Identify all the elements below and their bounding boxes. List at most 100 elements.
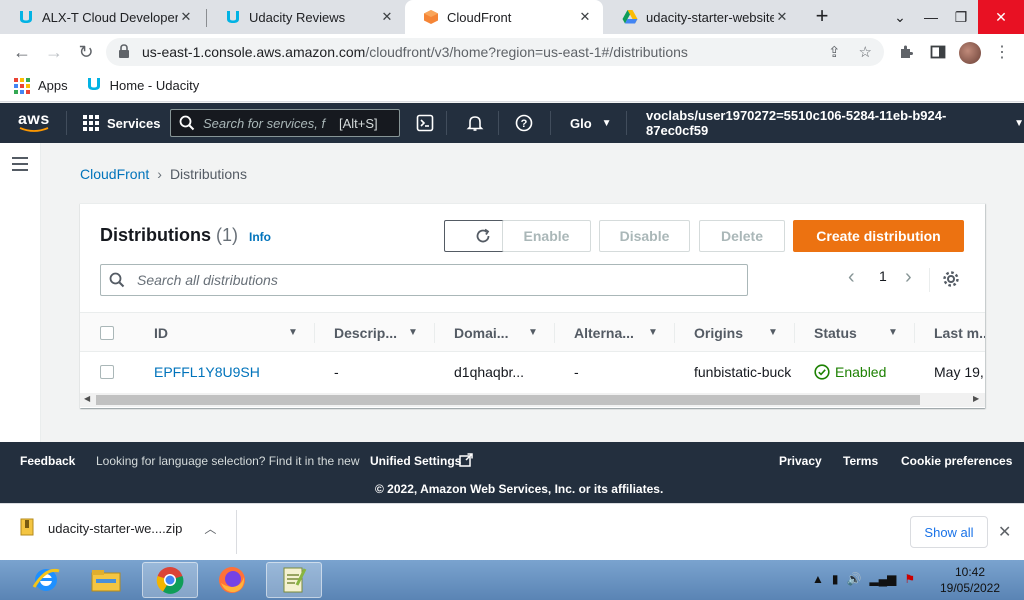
tab-close-icon[interactable]: ✕ bbox=[577, 9, 593, 25]
column-divider bbox=[554, 323, 555, 343]
side-panel-icon[interactable] bbox=[926, 40, 950, 64]
column-label: ID bbox=[154, 325, 168, 341]
unified-settings-link[interactable]: Unified Settings bbox=[370, 454, 461, 468]
delete-button[interactable]: Delete bbox=[699, 220, 785, 252]
column-header-alternate[interactable]: Alterna... ▼ bbox=[574, 313, 664, 353]
distribution-id-link[interactable]: EPFFL1Y8U9SH bbox=[154, 352, 304, 392]
horizontal-scrollbar[interactable]: ◀ ▶ bbox=[80, 393, 985, 407]
column-header-last-modified[interactable]: Last m... bbox=[934, 313, 985, 353]
column-header-domain[interactable]: Domai... ▼ bbox=[454, 313, 544, 353]
column-label: Last m... bbox=[934, 325, 985, 341]
lock-icon bbox=[118, 43, 132, 61]
scroll-right-icon[interactable]: ▶ bbox=[973, 394, 979, 403]
tab-close-icon[interactable]: ✕ bbox=[774, 9, 790, 25]
search-placeholder: Search all distributions bbox=[137, 272, 278, 288]
tab-google-drive[interactable]: udacity-starter-website.z ✕ bbox=[604, 0, 800, 34]
restore-button[interactable]: ❐ bbox=[946, 0, 976, 34]
taskbar-clock[interactable]: 10:42 19/05/2022 bbox=[930, 564, 1010, 596]
show-hidden-icons-icon[interactable]: ▲ bbox=[812, 572, 824, 586]
hamburger-menu-icon[interactable] bbox=[12, 157, 28, 175]
search-icon bbox=[109, 272, 125, 288]
reload-icon[interactable]: ↻ bbox=[74, 40, 98, 64]
new-tab-button[interactable]: + bbox=[810, 4, 834, 30]
close-icon[interactable]: ✕ bbox=[998, 522, 1011, 542]
previous-page-icon[interactable]: ‹ bbox=[848, 266, 855, 289]
zip-file-icon bbox=[20, 518, 34, 539]
bookmark-apps[interactable]: Apps bbox=[14, 77, 68, 94]
help-icon[interactable]: ? bbox=[515, 103, 533, 143]
chevron-up-icon[interactable]: ︿ bbox=[204, 520, 216, 537]
aws-search-input[interactable]: Search for services, f [Alt+S] bbox=[170, 109, 400, 137]
disable-button[interactable]: Disable bbox=[599, 220, 690, 252]
scrollbar-thumb[interactable] bbox=[96, 395, 920, 405]
tab-label: ALX-T Cloud Developer - bbox=[42, 9, 178, 25]
download-item[interactable]: udacity-starter-we....zip ︿ bbox=[20, 518, 216, 539]
select-all-checkbox[interactable] bbox=[100, 326, 114, 340]
row-checkbox[interactable] bbox=[100, 365, 114, 379]
chrome-icon[interactable] bbox=[142, 562, 198, 598]
udacity-logo-icon bbox=[86, 76, 102, 95]
search-placeholder: Search for services, f bbox=[203, 115, 326, 131]
distribution-search-input[interactable]: Search all distributions bbox=[100, 264, 748, 296]
column-header-id[interactable]: ID ▼ bbox=[154, 313, 304, 353]
feedback-link[interactable]: Feedback bbox=[20, 454, 75, 468]
info-link[interactable]: Info bbox=[249, 230, 271, 244]
aws-logo[interactable]: aws bbox=[18, 103, 50, 143]
account-menu[interactable]: voclabs/user1970272=5510c106-5284-11eb-b… bbox=[646, 103, 1024, 143]
window-close-button[interactable]: ✕ bbox=[978, 0, 1024, 34]
action-center-flag-icon[interactable]: ⚑ bbox=[904, 572, 915, 586]
panel-title-text: Distributions bbox=[100, 225, 211, 245]
tab-udacity-reviews[interactable]: Udacity Reviews ✕ bbox=[207, 0, 405, 34]
cloudshell-icon[interactable] bbox=[416, 103, 434, 143]
refresh-icon bbox=[476, 228, 490, 243]
firefox-icon[interactable] bbox=[204, 562, 260, 598]
volume-icon[interactable]: 🔊 bbox=[847, 572, 862, 586]
file-explorer-icon[interactable] bbox=[78, 562, 134, 598]
privacy-link[interactable]: Privacy bbox=[779, 454, 822, 468]
apps-grid-icon bbox=[14, 77, 30, 94]
address-bar[interactable]: us-east-1.console.aws.amazon.com/cloudfr… bbox=[106, 38, 884, 66]
notifications-bell-icon[interactable] bbox=[466, 103, 484, 143]
network-signal-icon[interactable]: ▂▄▆ bbox=[869, 572, 896, 586]
next-page-icon[interactable]: › bbox=[905, 266, 912, 289]
minimize-button[interactable]: — bbox=[916, 0, 946, 34]
browser-toolbar: ← → ↻ us-east-1.console.aws.amazon.com/c… bbox=[0, 34, 1024, 70]
bookmark-star-icon[interactable]: ☆ bbox=[859, 43, 872, 61]
profile-avatar[interactable] bbox=[959, 42, 981, 64]
column-divider bbox=[794, 323, 795, 343]
bookmark-home-udacity[interactable]: Home - Udacity bbox=[86, 76, 199, 95]
create-distribution-button[interactable]: Create distribution bbox=[793, 220, 964, 252]
extensions-puzzle-icon[interactable] bbox=[894, 40, 918, 64]
back-arrow-icon[interactable]: ← bbox=[10, 40, 34, 64]
enable-button[interactable]: Enable bbox=[502, 220, 591, 252]
table-header: ID ▼ Descrip... ▼ Domai... ▼ Alterna... … bbox=[80, 312, 985, 352]
column-header-status[interactable]: Status ▼ bbox=[814, 313, 904, 353]
internet-explorer-icon[interactable] bbox=[18, 562, 74, 598]
tab-search-chevron-icon[interactable]: ⌄ bbox=[886, 0, 914, 34]
page-number[interactable]: 1 bbox=[879, 268, 887, 284]
scroll-left-icon[interactable]: ◀ bbox=[84, 394, 90, 403]
tab-alx-cloud-developer[interactable]: ALX-T Cloud Developer - ✕ bbox=[0, 0, 204, 34]
tab-cloudfront[interactable]: CloudFront ✕ bbox=[405, 0, 603, 34]
sort-caret-icon: ▼ bbox=[648, 327, 658, 338]
breadcrumb-cloudfront-link[interactable]: CloudFront bbox=[80, 166, 149, 182]
region-selector[interactable]: Glo ▼ bbox=[570, 103, 612, 143]
share-icon[interactable]: ⇪ bbox=[828, 43, 841, 61]
tab-close-icon[interactable]: ✕ bbox=[178, 9, 194, 25]
tab-label: CloudFront bbox=[447, 9, 512, 25]
settings-gear-icon[interactable] bbox=[942, 270, 960, 291]
show-all-button[interactable]: Show all bbox=[910, 516, 988, 548]
services-menu-button[interactable]: Services bbox=[83, 103, 161, 143]
browser-menu-icon[interactable]: ⋮ bbox=[990, 40, 1014, 64]
column-header-description[interactable]: Descrip... ▼ bbox=[334, 313, 424, 353]
terms-link[interactable]: Terms bbox=[843, 454, 878, 468]
sort-caret-icon: ▼ bbox=[888, 327, 898, 338]
battery-icon[interactable]: ▮ bbox=[832, 572, 839, 586]
column-header-origins[interactable]: Origins ▼ bbox=[694, 313, 784, 353]
forward-arrow-icon[interactable]: → bbox=[42, 40, 66, 64]
cookie-preferences-link[interactable]: Cookie preferences bbox=[901, 454, 1012, 468]
tab-close-icon[interactable]: ✕ bbox=[379, 9, 395, 25]
services-grid-icon bbox=[83, 115, 99, 131]
notepad-plus-plus-icon[interactable] bbox=[266, 562, 322, 598]
aws-top-nav: aws Services Search for services, f [Alt… bbox=[0, 103, 1024, 143]
